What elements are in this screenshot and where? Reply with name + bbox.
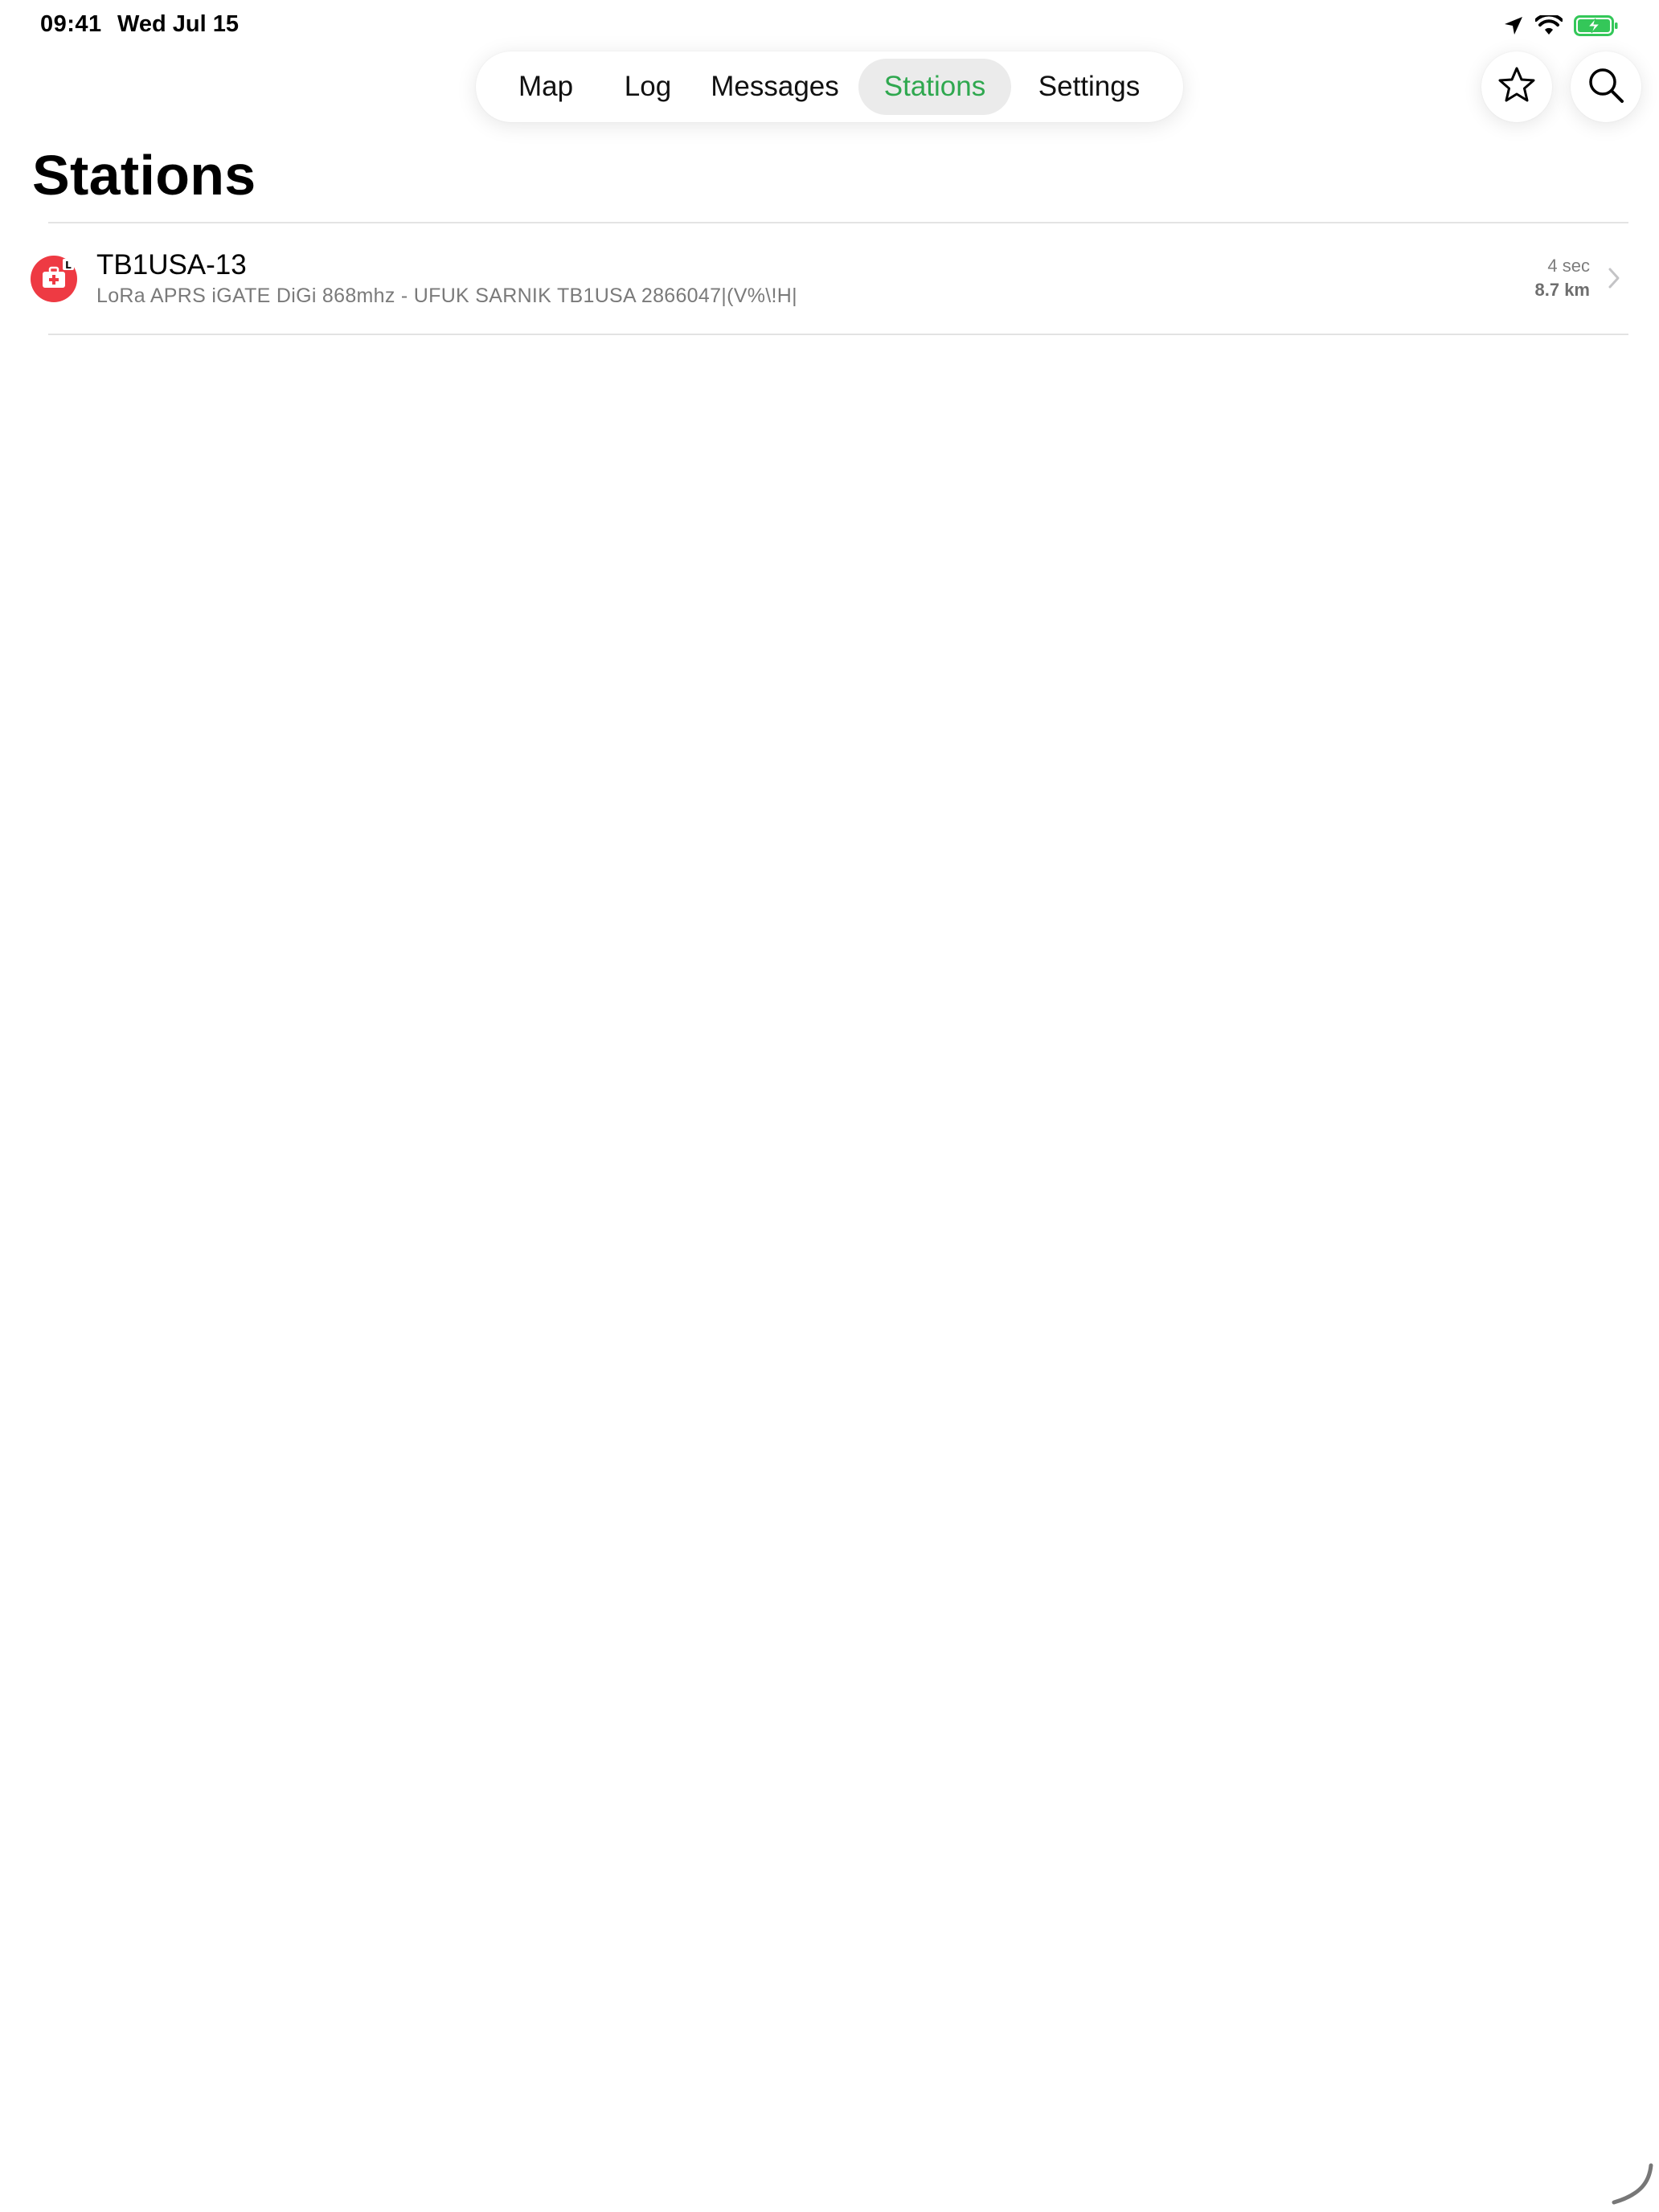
wifi-icon (1535, 15, 1563, 36)
first-aid-kit-icon: L (31, 256, 77, 302)
status-date: Wed Jul 15 (117, 11, 239, 37)
station-distance: 8.7 km (1534, 280, 1591, 300)
tab-settings[interactable]: Settings (1011, 59, 1167, 115)
tab-map[interactable]: Map (487, 59, 604, 115)
status-icons (1503, 13, 1619, 39)
station-comment: LoRa APRS iGATE DiGi 868mhz - UFUK SARNI… (96, 285, 797, 307)
chevron-right-icon (1608, 267, 1620, 293)
status-bar: 09:41 Wed Jul 15 (0, 0, 1659, 51)
battery-charging-icon (1574, 14, 1619, 37)
search-button[interactable] (1571, 51, 1641, 122)
tab-stations[interactable]: Stations (858, 59, 1011, 115)
station-row[interactable]: L TB1USA-13 LoRa APRS iGATE DiGi 868mhz … (0, 223, 1659, 334)
search-icon (1587, 66, 1625, 109)
tab-bar: Map Log Messages Stations Settings (476, 51, 1183, 122)
list-divider (48, 334, 1628, 335)
station-callsign: TB1USA-13 (96, 249, 247, 281)
loading-spinner-icon (1609, 2162, 1654, 2207)
station-age: 4 sec (1547, 256, 1590, 276)
svg-text:L: L (65, 260, 72, 271)
star-icon (1497, 65, 1537, 109)
tab-messages[interactable]: Messages (691, 59, 858, 115)
location-arrow-icon (1503, 15, 1524, 36)
page-title: Stations (32, 144, 256, 207)
status-time: 09:41 (40, 11, 102, 37)
tab-log[interactable]: Log (604, 59, 691, 115)
favorites-button[interactable] (1481, 51, 1552, 122)
